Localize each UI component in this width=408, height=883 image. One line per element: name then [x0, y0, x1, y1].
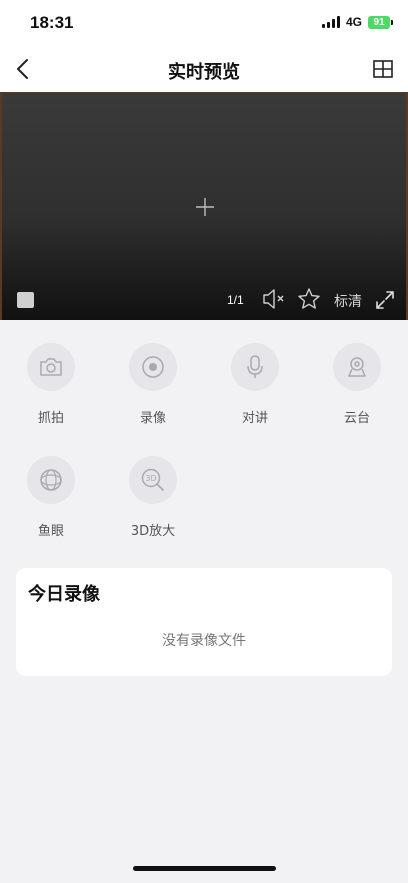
zoom-3d-icon: 3D [141, 468, 164, 491]
favorite-button[interactable] [297, 287, 321, 311]
status-indicators: 4G 91 [321, 15, 393, 29]
function-label: 录像 [139, 411, 166, 426]
empty-records-text: 没有录像文件 [162, 633, 246, 649]
battery-icon: 91 [368, 15, 393, 29]
fisheye-button[interactable] [27, 456, 75, 504]
function-label: 3D放大 [130, 524, 176, 539]
mute-button[interactable] [262, 289, 288, 309]
function-label: 对讲 [241, 411, 268, 426]
svg-text:3D: 3D [145, 474, 156, 483]
plus-icon [196, 198, 214, 216]
talk-button[interactable] [231, 343, 279, 391]
camera-icon [40, 358, 62, 376]
stop-button[interactable] [17, 292, 34, 308]
fullscreen-button[interactable] [375, 290, 395, 310]
add-camera-button[interactable] [195, 197, 215, 217]
home-indicator [133, 866, 276, 871]
record-button[interactable] [129, 343, 177, 391]
function-label: 抓拍 [37, 411, 64, 426]
today-records-title: 今日录像 [28, 584, 100, 605]
battery-level: 91 [373, 16, 385, 28]
fisheye-function[interactable]: 鱼眼 [11, 456, 91, 539]
function-label: 云台 [343, 411, 370, 426]
speaker-muted-icon [263, 289, 284, 309]
snapshot-button[interactable] [27, 343, 75, 391]
ptz-icon [348, 357, 366, 377]
star-icon [298, 288, 320, 309]
nav-bar: 实时预览 [0, 46, 408, 92]
snapshot-function[interactable]: 抓拍 [11, 343, 91, 426]
ptz-button[interactable] [333, 343, 381, 391]
record-icon [142, 356, 164, 378]
page-title: 实时预览 [168, 62, 240, 83]
status-bar: 18:31 4G 91 [0, 0, 408, 46]
network-type: 4G [345, 15, 362, 29]
record-function[interactable]: 录像 [113, 343, 193, 426]
video-preview[interactable]: 1/1 标清 [0, 92, 408, 320]
signal-icon [321, 16, 340, 28]
zoom-3d-function[interactable]: 3D 3D放大 [113, 456, 193, 539]
zoom-3d-button[interactable]: 3D [129, 456, 177, 504]
status-time: 18:31 [30, 13, 74, 32]
today-records-card: 今日录像 没有录像文件 [16, 568, 392, 676]
page-indicator: 1/1 [227, 293, 244, 307]
layout-switch-button[interactable] [372, 58, 394, 80]
fisheye-icon [40, 469, 62, 491]
talk-function[interactable]: 对讲 [215, 343, 295, 426]
ptz-function[interactable]: 云台 [317, 343, 397, 426]
fullscreen-icon [376, 291, 394, 309]
quality-toggle[interactable]: 标清 [334, 291, 362, 311]
grid-layout-icon [373, 60, 393, 78]
microphone-icon [247, 355, 263, 378]
function-label: 鱼眼 [37, 524, 64, 539]
